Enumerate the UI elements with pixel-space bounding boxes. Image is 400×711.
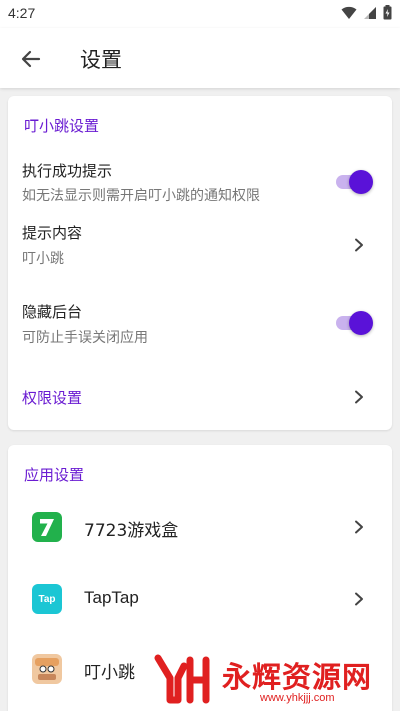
toggle-thumb xyxy=(349,170,373,194)
app-bar: 设置 xyxy=(0,28,400,88)
row-title: 提示内容 xyxy=(22,224,83,242)
row-title: 执行成功提示 xyxy=(22,162,113,180)
app-name: TapTap xyxy=(84,588,139,607)
dingxiaotiao-app-icon xyxy=(32,654,62,684)
status-icons xyxy=(341,5,392,20)
wifi-icon xyxy=(341,6,357,19)
battery-icon xyxy=(383,5,392,20)
chevron-right-icon xyxy=(355,520,363,534)
row-subtitle: 可防止手误关闭应用 xyxy=(22,330,148,346)
status-bar: 4:27 xyxy=(0,0,400,28)
back-button[interactable] xyxy=(14,42,48,76)
watermark-logo-icon xyxy=(154,654,210,704)
chevron-right-icon xyxy=(355,238,363,252)
hide-background-row[interactable]: 隐藏后台 可防止手误关闭应用 xyxy=(8,291,392,356)
page-title: 设置 xyxy=(80,48,122,72)
row-subtitle: 叮小跳 xyxy=(22,251,64,267)
hide-background-toggle[interactable] xyxy=(334,311,374,335)
permission-settings-row[interactable]: 权限设置 xyxy=(8,374,392,420)
arrow-back-icon xyxy=(21,50,41,68)
chevron-right-icon xyxy=(355,592,363,606)
app-name: 叮小跳 xyxy=(84,663,135,683)
watermark: 永辉资源网 www.yhkjjj.com xyxy=(150,648,400,710)
app-settings-card: 叮小跳设置 执行成功提示 如无法显示则需开启叮小跳的通知权限 提示内容 叮小跳 … xyxy=(8,96,392,430)
app-name: 7723游戏盒 xyxy=(84,521,179,541)
status-time: 4:27 xyxy=(8,5,36,21)
signal-icon xyxy=(364,6,376,19)
section-title: 应用设置 xyxy=(24,466,85,484)
section-title: 叮小跳设置 xyxy=(24,117,100,135)
7723-app-icon xyxy=(32,512,62,542)
watermark-url: www.yhkjjj.com xyxy=(260,692,335,704)
taptap-icon-label: Tap xyxy=(38,593,56,605)
watermark-text: 永辉资源网 xyxy=(222,660,373,694)
chevron-right-icon xyxy=(355,390,363,404)
notice-content-row[interactable]: 提示内容 叮小跳 xyxy=(8,214,392,284)
row-subtitle: 如无法显示则需开启叮小跳的通知权限 xyxy=(22,188,260,204)
success-notice-row[interactable]: 执行成功提示 如无法显示则需开启叮小跳的通知权限 xyxy=(8,148,392,208)
taptap-app-icon: Tap xyxy=(32,584,62,614)
toggle-thumb xyxy=(349,311,373,335)
success-notice-toggle[interactable] xyxy=(334,170,374,194)
permission-settings-link: 权限设置 xyxy=(22,389,83,407)
app-row-7723[interactable]: 7723游戏盒 xyxy=(8,503,392,551)
row-title: 隐藏后台 xyxy=(22,303,83,321)
app-row-taptap[interactable]: Tap TapTap xyxy=(8,575,392,623)
